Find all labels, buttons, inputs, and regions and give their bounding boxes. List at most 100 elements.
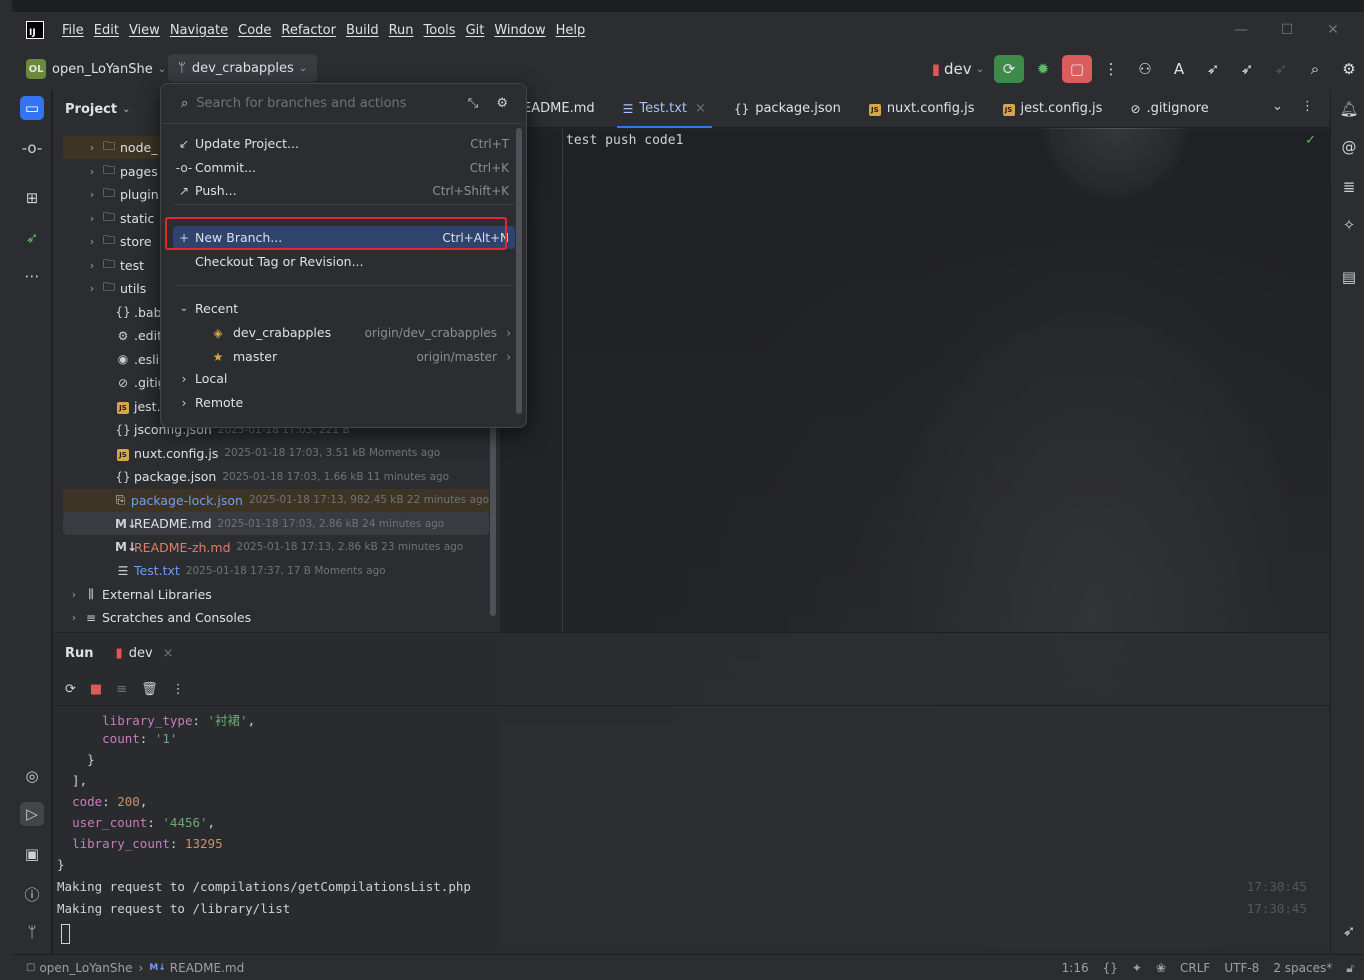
local-group[interactable]: › Local <box>173 367 515 390</box>
rerun-icon[interactable]: ⟳ <box>65 682 76 697</box>
debug-icon[interactable]: ✹ <box>1028 55 1058 83</box>
chevron-right-icon[interactable]: › <box>85 188 99 201</box>
menu-item-tools[interactable]: Tools <box>424 23 456 38</box>
tree-row[interactable]: {} package.json 2025-01-18 17:03, 1.66 kB … <box>63 465 489 488</box>
stop-icon[interactable]: ■ <box>90 682 102 697</box>
chevron-right-icon[interactable]: › <box>506 350 511 364</box>
branch-item[interactable]: ◈ dev_crabapples origin/dev_crabapples › <box>173 321 515 344</box>
popup-action-commit[interactable]: -o- Commit... Ctrl+K <box>173 156 515 179</box>
popup-action-new-branch[interactable]: + New Branch... Ctrl+Alt+N <box>173 226 515 249</box>
git-tool-icon[interactable]: ᛘ <box>20 920 44 944</box>
breadcrumb-file[interactable]: README.md <box>170 961 244 975</box>
tree-row[interactable]: M↓ README.md 2025-01-18 17:03, 2.86 kB 24 … <box>63 512 489 535</box>
paw-icon[interactable]: ❀ <box>1156 961 1166 975</box>
menu-item-window[interactable]: Window <box>494 23 545 38</box>
editor-tab[interactable]: JS nuxt.config.js <box>855 90 989 128</box>
popup-action-checkout-tag-or-revision[interactable]: Checkout Tag or Revision... <box>173 250 515 273</box>
rocket-disabled-icon[interactable]: ➶ <box>1266 55 1296 83</box>
scroll-to-end-icon[interactable]: ≡ <box>116 682 127 697</box>
chevron-right-icon[interactable]: › <box>85 212 99 225</box>
chevron-right-icon[interactable]: › <box>67 588 81 601</box>
trash-icon[interactable]: 🗑︎ <box>141 682 158 697</box>
stop-button[interactable]: ▢ <box>1062 55 1092 83</box>
structure-tool-icon[interactable]: ⊞ <box>20 186 44 210</box>
chevron-right-icon[interactable]: › <box>85 259 99 272</box>
chevron-right-icon[interactable]: › <box>85 141 99 154</box>
tree-row[interactable]: JS nuxt.config.js 2025-01-18 17:03, 3.51 k… <box>63 442 489 465</box>
database-icon[interactable]: ≣ <box>1338 176 1360 198</box>
more-icon[interactable]: ⋮ <box>1301 99 1314 114</box>
terminal-tool-icon[interactable]: ▣ <box>20 842 44 866</box>
tree-row[interactable]: › ⫼ External Libraries <box>63 583 489 606</box>
project-widget[interactable]: OL open_LoYanShe ⌄ <box>26 57 166 81</box>
rocket-alt-icon[interactable]: ➶ <box>1232 55 1262 83</box>
remote-group[interactable]: › Remote <box>173 391 515 414</box>
run-tab-dev[interactable]: ▮ dev × <box>116 646 174 661</box>
line-separator[interactable]: CRLF <box>1180 961 1210 975</box>
ai-assistant-icon[interactable]: @ <box>1338 136 1360 158</box>
translate-icon[interactable]: A <box>1164 55 1194 83</box>
chevron-right-icon[interactable]: › <box>85 235 99 248</box>
breadcrumb-project[interactable]: open_LoYanShe <box>39 961 132 975</box>
add-user-icon[interactable]: ⚇ <box>1130 55 1160 83</box>
menu-item-file[interactable]: File <box>62 23 84 38</box>
settings-icon[interactable]: ⚙ <box>496 96 508 111</box>
braces-icon[interactable]: {} <box>1103 961 1118 975</box>
menu-item-build[interactable]: Build <box>346 23 379 38</box>
tree-row[interactable]: ⎘ package-lock.json 2025-01-18 17:13, 982.… <box>63 488 489 512</box>
editor-tab[interactable]: JS jest.config.js <box>989 90 1117 128</box>
more-icon[interactable]: ⋮ <box>1096 55 1126 83</box>
settings-icon[interactable]: ⚙ <box>1334 55 1364 83</box>
more-icon[interactable]: ⋮ <box>172 682 185 697</box>
editor-tab[interactable]: ☰ Test.txt × <box>609 90 720 128</box>
recent-group[interactable]: ⌄ Recent <box>173 297 515 320</box>
bookmark-icon[interactable]: ▤ <box>1338 266 1360 288</box>
close-icon[interactable]: ✕ <box>1310 22 1356 38</box>
editor-area[interactable]: test push code1 ✓ <box>500 129 1330 632</box>
menu-item-run[interactable]: Run <box>389 23 414 38</box>
ai-status-icon[interactable]: ✦ <box>1132 961 1142 975</box>
chevron-right-icon[interactable]: › <box>85 165 99 178</box>
problems-tool-icon[interactable]: ⓘ <box>20 882 44 906</box>
menu-item-navigate[interactable]: Navigate <box>170 23 228 38</box>
file-encoding[interactable]: UTF-8 <box>1224 961 1259 975</box>
chevron-right-icon[interactable]: › <box>506 326 511 340</box>
caret-position[interactable]: 1:16 <box>1062 961 1089 975</box>
rocket-icon[interactable]: ➶ <box>1198 55 1228 83</box>
menu-item-help[interactable]: Help <box>556 23 586 38</box>
menu-item-refactor[interactable]: Refactor <box>281 23 336 38</box>
popup-action-push[interactable]: ↗ Push... Ctrl+Shift+K <box>173 179 515 202</box>
indent-setting[interactable]: 2 spaces* <box>1273 961 1332 975</box>
services-tool-icon[interactable]: ◎ <box>20 764 44 788</box>
collapse-icon[interactable]: ⤡ <box>468 96 478 111</box>
notifications-icon[interactable]: 🔔︎ <box>1338 98 1360 120</box>
editor-tab[interactable]: ⊘ .gitignore <box>1116 90 1222 128</box>
run-tool-icon[interactable]: ▷ <box>20 802 44 826</box>
menu-item-code[interactable]: Code <box>238 23 271 38</box>
chevron-right-icon[interactable]: › <box>67 611 81 624</box>
commit-tool-icon[interactable]: -o- <box>20 136 44 160</box>
plugin-icon[interactable]: ✧ <box>1338 214 1360 236</box>
menu-item-git[interactable]: Git <box>466 23 485 38</box>
jrebel-icon[interactable]: ➶ <box>1338 920 1360 942</box>
branch-item[interactable]: ★ master origin/master › <box>173 345 515 368</box>
branch-search-field[interactable]: ⌕ Search for branches and actions ⤡ ⚙ <box>161 84 526 124</box>
plugin-tool-icon[interactable]: ➶ <box>20 226 44 250</box>
menu-item-edit[interactable]: Edit <box>94 23 119 38</box>
project-tool-icon[interactable]: ▭ <box>20 96 44 120</box>
maximize-icon[interactable]: ☐ <box>1264 22 1310 38</box>
tree-row[interactable]: ☰ Test.txt 2025-01-18 17:37, 17 B Moments … <box>63 559 489 582</box>
popup-action-update-project[interactable]: ↙ Update Project... Ctrl+T <box>173 132 515 155</box>
inspection-ok-icon[interactable]: ✓ <box>1305 133 1316 148</box>
run-config-selector[interactable]: ▮ dev ⌄ <box>926 55 990 83</box>
menu-item-view[interactable]: View <box>129 23 160 38</box>
popup-scrollbar[interactable] <box>516 128 522 414</box>
more-tools-icon[interactable]: ⋯ <box>20 264 44 288</box>
tree-row[interactable]: M↓ README-zh.md 2025-01-18 17:13, 2.86 kB … <box>63 536 489 559</box>
minimize-icon[interactable]: — <box>1218 22 1264 38</box>
tree-row[interactable]: › ≡ Scratches and Consoles <box>63 606 489 629</box>
search-icon[interactable]: ⌕ <box>1300 55 1330 83</box>
rerun-button[interactable]: ⟳ <box>994 55 1024 83</box>
chevron-down-icon[interactable]: ⌄ <box>1272 99 1283 114</box>
close-icon[interactable]: × <box>695 101 706 116</box>
